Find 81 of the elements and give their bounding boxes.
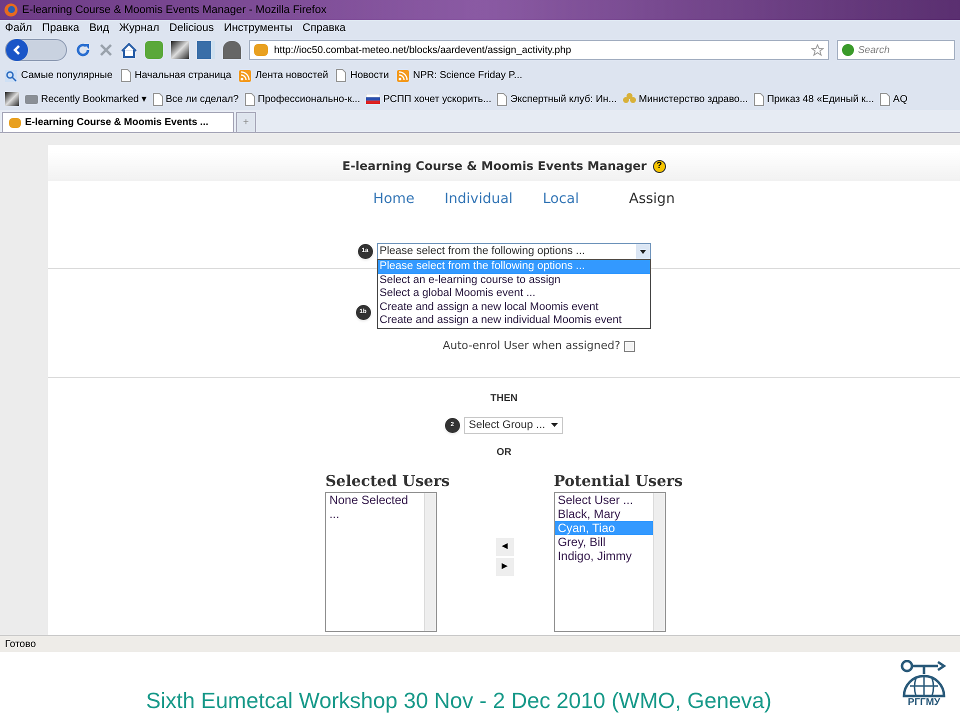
bookmark-link[interactable]: Все ли сделал? <box>166 92 239 106</box>
feed-icon <box>396 70 409 82</box>
page-heading: E-learning Course & Moomis Events Manager <box>342 158 647 175</box>
list-option[interactable]: None Selected ... <box>326 493 424 521</box>
back-forward-button[interactable] <box>5 39 67 61</box>
home-icon[interactable] <box>121 42 137 58</box>
bookmark-link[interactable]: Начальная страница <box>134 68 232 83</box>
page-icon <box>152 92 163 106</box>
checkbox-label: Auto-enrol User when assigned? <box>442 338 620 354</box>
bookmark-link[interactable]: Лента новостей <box>255 68 328 83</box>
list-option[interactable]: Black, Mary <box>554 507 653 521</box>
nav-link[interactable]: Individual <box>444 189 513 210</box>
bookmark-link[interactable]: Самые популярные <box>21 68 113 83</box>
site-icon <box>9 118 21 128</box>
page-icon <box>120 69 131 82</box>
user-list[interactable]: None Selected ... <box>325 492 438 632</box>
search-field[interactable]: Search <box>837 40 955 60</box>
menu-item[interactable]: Справка <box>302 20 346 37</box>
dropdown-option[interactable]: Create and assign a new local Moomis event <box>378 300 650 314</box>
menu-item[interactable]: Файл <box>5 20 32 37</box>
list-option[interactable]: Select User ... <box>554 493 653 507</box>
bookmark-panel-icon[interactable] <box>197 41 215 59</box>
search-input[interactable]: Search <box>858 42 918 58</box>
dropdown-option[interactable]: Select an e-learning course to assign <box>378 274 650 287</box>
page-icon <box>754 92 764 106</box>
search-icon <box>5 70 17 82</box>
search-engine-icon <box>842 44 854 56</box>
stop-icon[interactable] <box>99 43 113 57</box>
list-option[interactable]: Grey, Bill <box>554 535 653 549</box>
menu-item[interactable]: Delicious <box>169 20 214 37</box>
or-label: OR <box>496 446 512 460</box>
bookmark-link[interactable]: Recently Bookmarked ▾ <box>41 92 147 106</box>
nav-link[interactable]: Assign <box>629 189 675 210</box>
menu-item[interactable]: Правка <box>42 20 80 37</box>
reload-icon[interactable] <box>75 42 91 58</box>
slide-footer: Sixth Eumetcal Workshop 30 Nov - 2 Dec 2010 (WMO, Geneva) <box>146 684 772 716</box>
list-option[interactable]: Indigo, Jimmy <box>554 549 653 563</box>
scrollbar[interactable] <box>652 493 665 631</box>
group-dropdown[interactable]: Select Group ... <box>464 416 564 434</box>
then-label: THEN <box>490 392 518 406</box>
option-dropdown[interactable]: Please select from the following options ... <box>376 243 650 260</box>
feed-icon <box>239 70 252 82</box>
flower-icon <box>622 93 636 105</box>
star-icon[interactable] <box>811 44 824 56</box>
logo-text: РГГМУ <box>908 698 940 708</box>
browser-tab[interactable]: E-learning Course & Moomis Events ... <box>2 112 234 132</box>
bookmark-link[interactable]: Экспертный клуб: Ин... <box>510 92 617 106</box>
menu-item[interactable]: Инструменты <box>224 20 292 37</box>
bookmark-link[interactable]: Министерство здраво... <box>638 92 748 106</box>
bookmark-link[interactable]: Профессионально-к... <box>258 92 360 106</box>
flag-icon <box>366 94 380 104</box>
menu-item[interactable]: Вид <box>89 20 110 37</box>
address-bar[interactable]: http://ioc50.combat-meteo.net/blocks/aardevent/assign_activity.php <box>249 40 829 60</box>
site-icon <box>254 44 268 56</box>
scrollbar[interactable] <box>424 493 436 631</box>
user-list[interactable]: Select User ... Black, Mary Cyan, Tiao Grey, Bill Indigo, Jimmy <box>554 492 666 632</box>
move-user-button[interactable]: ► <box>496 558 514 576</box>
status-text: Готово <box>5 638 36 652</box>
page-icon <box>880 92 890 106</box>
bookmark-link[interactable]: РСПП хочет ускорить... <box>383 92 492 106</box>
help-button[interactable]: ? <box>652 160 666 172</box>
url-text: http://ioc50.combat-meteo.net/blocks/aardevent/assign_activity.php <box>274 44 572 58</box>
move-user-button[interactable]: ◄ <box>496 538 514 556</box>
bookmark-link[interactable]: Новости <box>350 68 389 83</box>
nav-link[interactable]: Local <box>542 189 579 210</box>
dropdown-arrow-icon <box>551 423 558 427</box>
page-icon <box>497 92 508 106</box>
browser-logo-icon <box>4 3 18 17</box>
bookmark-link[interactable]: Приказ 48 «Единый к... <box>766 92 874 106</box>
nav-link[interactable]: Home <box>373 189 415 210</box>
bookmark-link[interactable]: NPR: Science Friday P... <box>412 68 522 83</box>
bookmark-link[interactable]: AQ <box>893 92 908 106</box>
dropdown-option[interactable]: Create and assign a new individual Moomis event <box>378 314 650 328</box>
list-title: Selected Users <box>325 470 450 492</box>
menu-item[interactable]: Журнал <box>119 20 160 37</box>
window-title: E-learning Course & Moomis Events Manager - Mozilla Firefox <box>22 2 326 18</box>
page-icon <box>336 69 346 82</box>
auto-enrol-checkbox[interactable] <box>624 340 636 352</box>
dropdown-option[interactable]: Select a global Moomis event ... <box>378 287 650 300</box>
page-icon <box>244 92 255 106</box>
list-title: Potential Users <box>554 470 683 492</box>
